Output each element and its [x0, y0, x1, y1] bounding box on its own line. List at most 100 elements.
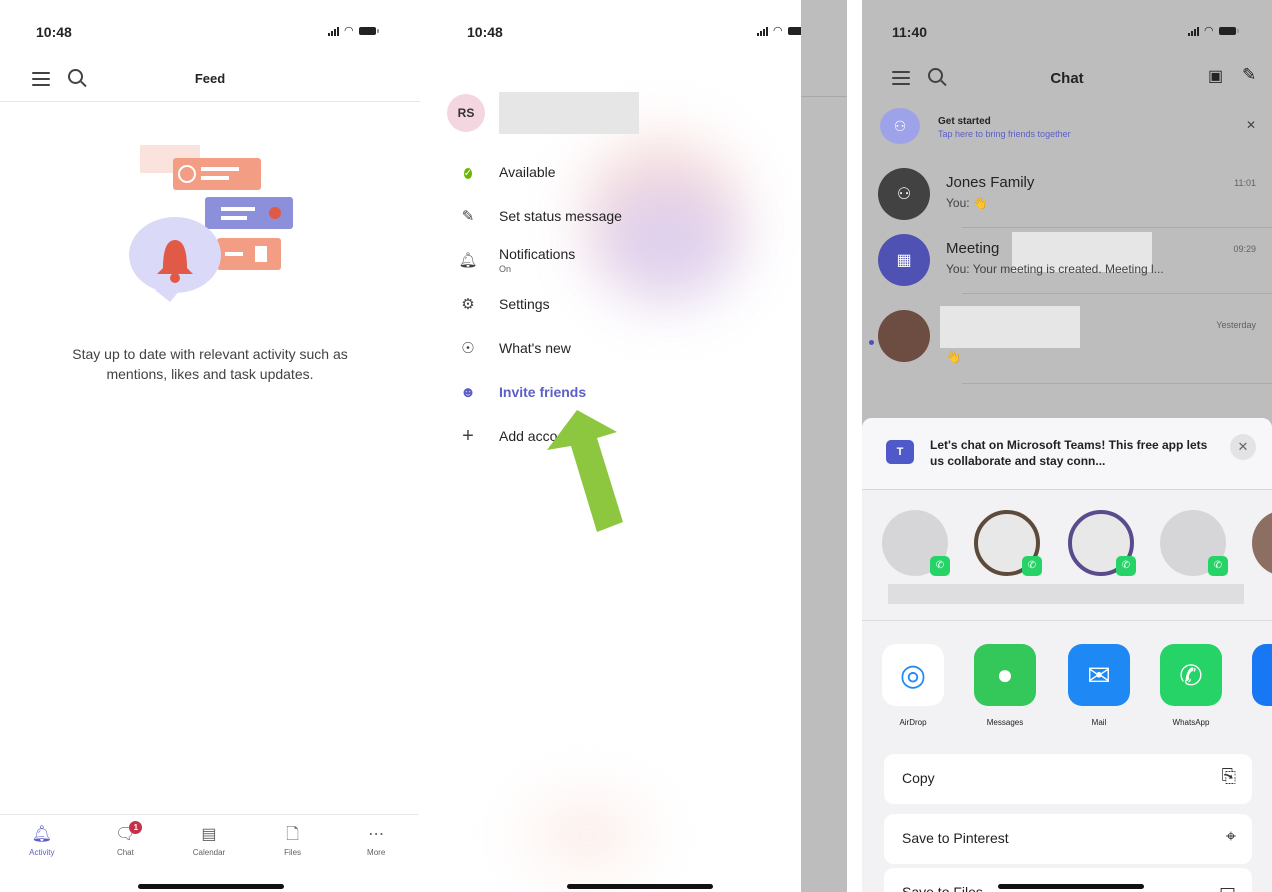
- app-label: WhatsApp: [1172, 718, 1210, 727]
- signal-icon: [328, 26, 339, 36]
- divider: [962, 293, 1272, 294]
- share-contact[interactable]: ✆: [1068, 510, 1136, 576]
- profile-row[interactable]: RS: [447, 92, 639, 134]
- menu-item-whats-new[interactable]: ☉ What's new: [455, 326, 695, 370]
- chat-time: 09:29: [1233, 244, 1256, 254]
- divider: [962, 383, 1272, 384]
- menu-item-set-status[interactable]: ✎ Set status message: [455, 194, 695, 238]
- share-message: Let's chat on Microsoft Teams! This free…: [930, 438, 1208, 468]
- close-icon[interactable]: ✕: [1246, 118, 1256, 132]
- chat-name: Meeting: [946, 240, 1000, 257]
- compose-icon[interactable]: ✎: [1242, 65, 1256, 85]
- battery-icon: [358, 27, 379, 35]
- nav-label: Calendar: [192, 848, 226, 857]
- folder-icon: ▭: [1218, 880, 1236, 892]
- dimmed-background-strip[interactable]: [801, 0, 847, 892]
- action-label: Save to Pinterest: [902, 830, 1009, 846]
- redacted-contact-names: [888, 584, 1244, 604]
- share-app-mail[interactable]: ✉ Mail: [1068, 644, 1130, 727]
- status-time: 10:48: [467, 24, 503, 40]
- whatsapp-badge-icon: ✆: [1022, 556, 1042, 576]
- share-sheet: T Let's chat on Microsoft Teams! This fr…: [862, 418, 1272, 892]
- bell-outline-icon: 🔔︎: [458, 252, 478, 269]
- share-contact[interactable]: [1252, 510, 1272, 576]
- chat-preview: You: 👋: [946, 196, 988, 210]
- nav-activity[interactable]: 🔔︎ Activity: [12, 825, 72, 857]
- share-contact[interactable]: ✆: [974, 510, 1042, 576]
- people-icon: ⚇: [880, 108, 920, 144]
- empty-state-text: Stay up to date with relevant activity s…: [72, 346, 348, 382]
- share-app-messages[interactable]: ● Messages: [974, 644, 1036, 727]
- chat-list-item[interactable]: ▦ Meeting You: Your meeting is created. …: [878, 230, 1272, 294]
- teams-logo-icon: T: [886, 440, 914, 464]
- get-started-subtitle: Tap here to bring friends together: [938, 129, 1071, 139]
- get-started-banner[interactable]: ⚇ Get started Tap here to bring friends …: [880, 108, 1264, 148]
- signal-icon: [757, 26, 768, 36]
- menu-item-settings[interactable]: ⚙︎ Settings: [455, 282, 695, 326]
- share-contact[interactable]: ✆: [1160, 510, 1228, 576]
- available-status-icon: ✓: [463, 168, 473, 179]
- green-arrow-annotation: [547, 410, 623, 532]
- chat-share-screen: 11:40 ◠ Chat ▣ ✎ ⚇ Get started Tap here …: [862, 0, 1272, 892]
- meeting-avatar: ▦: [878, 234, 930, 286]
- avatar: RS: [447, 94, 485, 132]
- whatsapp-badge-icon: ✆: [930, 556, 950, 576]
- chat-badge: 1: [129, 821, 143, 834]
- share-app-airdrop[interactable]: ◎ AirDrop: [882, 644, 944, 727]
- feed-screen: 10:48 ◠ Feed Stay up to date with releva…: [0, 0, 430, 892]
- get-started-title: Get started: [938, 116, 991, 127]
- whatsapp-badge-icon: ✆: [1116, 556, 1136, 576]
- avatar: [878, 310, 930, 362]
- signal-icon: [1188, 26, 1199, 36]
- divider: [962, 227, 1272, 228]
- chat-name: Jones Family: [946, 174, 1035, 191]
- chat-preview: You: Your meeting is created. Meeting l.…: [946, 262, 1164, 276]
- action-save-to-pinterest[interactable]: Save to Pinterest ⌖: [884, 814, 1252, 864]
- menu-item-invite-friends[interactable]: ☻ Invite friends: [455, 370, 695, 414]
- chat-list-item[interactable]: ⚇ Jones Family You: 👋 11:01: [878, 164, 1272, 228]
- share-app-partial[interactable]: Fa: [1252, 644, 1272, 727]
- calendar-icon: ▤: [201, 826, 217, 843]
- nav-chat[interactable]: 🗨︎ 1 Chat: [95, 821, 155, 857]
- group-avatar: ⚇: [878, 168, 930, 220]
- share-contact[interactable]: ✆: [882, 510, 950, 576]
- status-time: 11:40: [892, 24, 928, 40]
- menu-item-notifications[interactable]: 🔔︎ Notifications On: [455, 238, 695, 282]
- nav-calendar[interactable]: ▤ Calendar: [179, 825, 239, 857]
- nav-label: Chat: [116, 848, 134, 857]
- chat-time: 11:01: [1234, 178, 1256, 188]
- menu-item-label: Invite friends: [499, 384, 587, 400]
- mail-icon: ✉: [1068, 644, 1130, 706]
- feed-header: Feed: [0, 56, 420, 102]
- nav-label: Files: [284, 848, 302, 857]
- nav-files[interactable]: 🗋︎ Files: [263, 825, 323, 857]
- bottom-nav: 🔔︎ Activity 🗨︎ 1 Chat ▤ Calendar 🗋︎ File…: [0, 814, 418, 864]
- more-icon: ⋯: [368, 826, 385, 843]
- action-label: Copy: [902, 770, 935, 786]
- home-indicator: [567, 884, 713, 889]
- bell-icon: 🔔︎: [31, 826, 52, 843]
- close-icon[interactable]: ✕: [1230, 434, 1256, 460]
- share-app-whatsapp[interactable]: ✆ WhatsApp: [1160, 644, 1222, 727]
- pin-icon: ⌖: [1225, 826, 1236, 846]
- video-call-icon[interactable]: ▣: [1208, 66, 1223, 86]
- menu-item-available[interactable]: ✓ Available: [455, 150, 695, 194]
- status-icons: ◠: [328, 26, 379, 37]
- menu-item-label: Settings: [499, 296, 550, 312]
- redacted-contact-name: [940, 306, 1080, 348]
- lightbulb-icon: ☉: [461, 340, 475, 357]
- page-title: Feed: [194, 71, 226, 86]
- background-blur: [527, 800, 647, 870]
- chat-time: Yesterday: [1216, 320, 1256, 330]
- partial-app-icon: [1252, 644, 1272, 706]
- status-time: 10:48: [36, 24, 72, 40]
- wifi-icon: ◠: [1204, 25, 1214, 37]
- app-label: Fa: [1252, 718, 1272, 727]
- menu-item-label: Notifications: [499, 246, 576, 262]
- action-copy[interactable]: Copy ⎘: [884, 754, 1252, 804]
- menu-item-label: Available: [499, 164, 556, 180]
- chat-list-item[interactable]: 👋 Yesterday: [869, 306, 1272, 384]
- chat-preview: 👋: [946, 350, 961, 364]
- nav-more[interactable]: ⋯ More: [346, 825, 406, 857]
- action-label: Save to Files: [902, 884, 983, 892]
